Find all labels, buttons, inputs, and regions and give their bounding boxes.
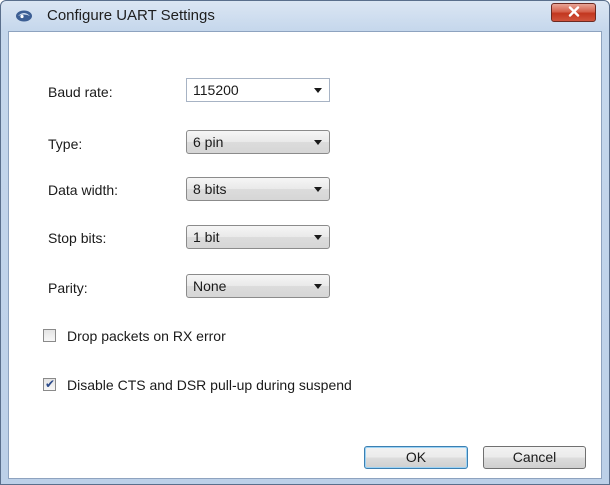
dialog-content: Baud rate: 115200 Type: 6 pin Data width… bbox=[8, 31, 602, 479]
chevron-down-icon bbox=[314, 140, 322, 145]
app-logo-icon bbox=[15, 9, 33, 23]
stop-bits-label: Stop bits: bbox=[48, 230, 107, 246]
close-icon bbox=[568, 4, 580, 22]
baud-rate-label: Baud rate: bbox=[48, 84, 113, 100]
title-bar[interactable]: Configure UART Settings bbox=[1, 1, 609, 31]
ok-button[interactable]: OK bbox=[364, 446, 468, 469]
chevron-down-icon bbox=[314, 284, 322, 289]
data-width-dropdown[interactable]: 8 bits bbox=[186, 177, 330, 201]
chevron-down-icon bbox=[314, 187, 322, 192]
data-width-label: Data width: bbox=[48, 182, 119, 198]
disable-pullup-label: Disable CTS and DSR pull-up during suspe… bbox=[67, 377, 352, 393]
type-label: Type: bbox=[48, 136, 83, 152]
window-title: Configure UART Settings bbox=[47, 7, 215, 24]
parity-value: None bbox=[193, 278, 227, 294]
cancel-button[interactable]: Cancel bbox=[483, 446, 586, 469]
stop-bits-dropdown[interactable]: 1 bit bbox=[186, 225, 330, 249]
parity-label: Parity: bbox=[48, 280, 88, 296]
baud-rate-combobox[interactable]: 115200 bbox=[186, 78, 330, 102]
close-button[interactable] bbox=[551, 3, 596, 22]
drop-packets-checkbox[interactable] bbox=[43, 329, 56, 342]
dialog-window: Configure UART Settings Baud rate: 11520… bbox=[0, 0, 610, 485]
chevron-down-icon bbox=[314, 235, 322, 240]
disable-pullup-checkbox[interactable]: ✔ bbox=[43, 378, 56, 391]
baud-rate-value: 115200 bbox=[193, 82, 239, 98]
parity-dropdown[interactable]: None bbox=[186, 274, 330, 298]
type-dropdown[interactable]: 6 pin bbox=[186, 130, 330, 154]
chevron-down-icon bbox=[314, 88, 322, 93]
data-width-value: 8 bits bbox=[193, 181, 227, 197]
type-value: 6 pin bbox=[193, 134, 224, 150]
drop-packets-label: Drop packets on RX error bbox=[67, 328, 226, 344]
stop-bits-value: 1 bit bbox=[193, 229, 220, 245]
checkmark-icon: ✔ bbox=[45, 377, 56, 391]
